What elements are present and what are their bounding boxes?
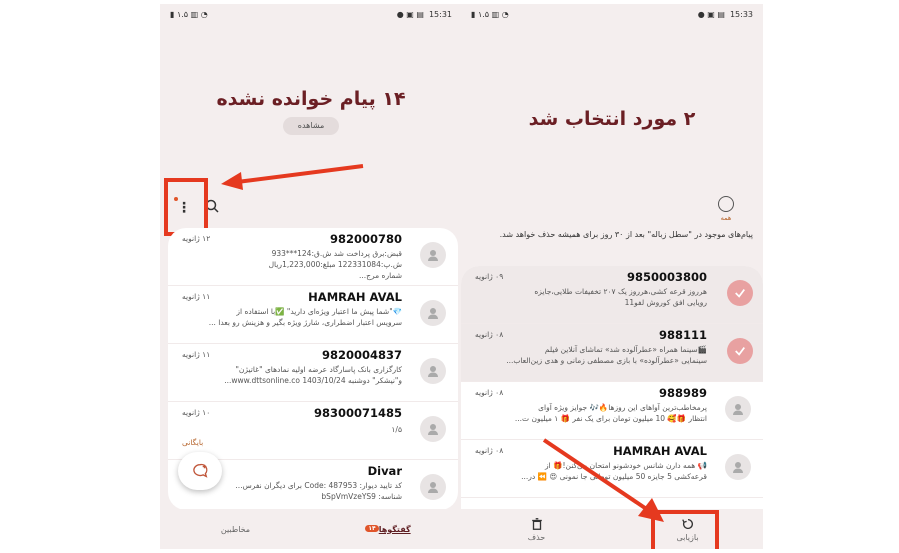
highlight-box-restore <box>651 510 719 549</box>
preview-line: شماره مرج... <box>359 271 402 280</box>
sender: 9820004837 <box>321 348 402 362</box>
avatar <box>420 242 446 268</box>
preview-line: سینمایی «عطرآلوده» با بازی مصطفی زمانی و… <box>506 356 707 365</box>
status-icons-left: ▮ ۱.۵ ▥ ◔ <box>471 9 509 19</box>
preview-line: انتظار 🎁🥰 10 میلیون تومان برای یک نفر 🎁 … <box>514 414 707 423</box>
tab-contacts[interactable]: مخاطبین <box>160 525 311 534</box>
status-bar: ▮ ۱.۵ ▥ ◔ ● ▣ ▤ 15:33 <box>461 4 763 24</box>
tab-conversations[interactable]: گفتگوها۱۴ <box>311 524 462 534</box>
preview-line: کارگزاری بانک پاسارگاد عرضه اولیه نمادها… <box>235 365 402 374</box>
avatar <box>725 396 751 422</box>
list-item[interactable]: HAMRAH AVAL ۱۱ ژانویه 💎"شما پیش ما اعتبا… <box>168 286 458 344</box>
avatar <box>420 300 446 326</box>
conversations-screen: ▮ ۱.۵ ▥ ◔ ● ▣ ▤ 15:31 ۱۴ پیام خوانده نشده… <box>160 4 462 549</box>
avatar <box>420 474 446 500</box>
sender: 988111 <box>658 328 707 342</box>
status-time: 15:31 <box>428 9 452 19</box>
status-icons-left: ▮ ۱.۵ ▥ ◔ <box>170 9 208 19</box>
sender: HAMRAH AVAL <box>613 444 707 458</box>
list-item[interactable]: 9820004837 ۱۱ ژانویه کارگزاری بانک پاسار… <box>168 344 458 402</box>
bottom-nav: گفتگوها۱۴ مخاطبین <box>160 509 462 549</box>
conversation-list: 9850003800 ۰۹ ژانویه هرروز قرعه کشی،هررو… <box>461 266 763 516</box>
date: ۱۱ ژانویه <box>182 292 211 301</box>
date: ۰۸ ژانویه <box>475 388 504 397</box>
preview-line: 💎"شما پیش ما اعتبار ویژه‌ای دارید" ✅با ا… <box>236 307 402 316</box>
view-button[interactable]: مشاهده <box>283 117 339 135</box>
select-all-label: همه <box>720 214 732 222</box>
sender: 98300071485 <box>313 406 402 420</box>
new-message-button[interactable] <box>178 452 222 490</box>
preview-line: ۱/۵ <box>391 425 402 434</box>
preview-line: پرمخاطب‌ترین آواهای این روزها🔥🎶 جوایز وی… <box>538 403 707 412</box>
sender: 988989 <box>658 386 707 400</box>
sender: HAMRAH AVAL <box>308 290 402 304</box>
date: ۱۱ ژانویه <box>182 350 211 359</box>
list-item[interactable]: 982000780 ۱۲ ژانویه قبض:برق پرداخت شد ش.… <box>168 228 458 286</box>
preview-line: رویایی افق کوروش لفو11 <box>624 298 707 307</box>
date: ۰۹ ژانویه <box>475 272 504 281</box>
date: ۱۰ ژانویه <box>182 408 211 417</box>
list-item[interactable]: HAMRAH AVAL ۰۸ ژانویه 📢 همه دارن شانس خو… <box>461 440 763 498</box>
select-all[interactable]: همه <box>717 196 735 222</box>
list-item[interactable]: 988111 ۰۸ ژانویه 🎬سینما همراه «عطرآلوده … <box>461 324 763 382</box>
chat-plus-icon <box>193 463 208 478</box>
selected-check-icon[interactable] <box>727 280 753 306</box>
selected-count-title: ۲ مورد انتخاب شد <box>528 108 696 130</box>
date: ۱۲ ژانویه <box>182 234 211 243</box>
select-all-checkbox[interactable] <box>718 196 734 212</box>
preview-line: و"نیشکر" دوشنبه 1403/10/24 www.dttsonlin… <box>224 376 402 385</box>
list-item[interactable]: 9850003800 ۰۹ ژانویه هرروز قرعه کشی،هررو… <box>461 266 763 324</box>
status-icons: ● ▣ ▤ <box>697 9 725 19</box>
list-item[interactable]: 98300071485 ۱۰ ژانویه ۱/۵ بایگانی <box>168 402 458 460</box>
avatar <box>420 358 446 384</box>
delete-button[interactable]: حذف <box>461 517 612 542</box>
preview-line: 🎬سینما همراه «عطرآلوده شد» تماشای آنلاین… <box>544 345 707 354</box>
preview-line: 📢 همه دارن شانس خودشونو امتحان می‌کنن!🎁 … <box>545 461 707 470</box>
preview-line: قبض:برق پرداخت شد ش.ق:124***933 <box>271 249 402 258</box>
status-icons: ● ▣ ▤ <box>396 9 424 19</box>
date: ۰۸ ژانویه <box>475 446 504 455</box>
preview-line: سرویس اعتبار اضطراری، شارژ ویژه بگیر و ه… <box>208 318 402 327</box>
avatar <box>725 454 751 480</box>
unread-count-badge: ۱۴ <box>365 524 379 532</box>
avatar <box>420 416 446 442</box>
delete-label: حذف <box>527 532 546 542</box>
list-item[interactable]: 988989 ۰۸ ژانویه پرمخاطب‌ترین آواهای این… <box>461 382 763 440</box>
trash-icon <box>531 517 542 530</box>
sender: 9850003800 <box>626 270 707 284</box>
status-time: 15:33 <box>729 9 753 19</box>
preview-line: قرعه‌کشی 5 جایزه 50 میلیون تومانی جا نمو… <box>521 472 707 481</box>
preview-line: هرروز قرعه کشی،هرروز یک ۲۰۷ تخفیفات طلای… <box>534 287 707 296</box>
preview-line: ش.پ:122331084 مبلغ:1,223,000ریال <box>268 260 402 269</box>
archive-badge: بایگانی <box>182 438 204 447</box>
sender: Divar <box>367 464 402 478</box>
trash-info-text: پیام‌های موجود در "سطل زباله" بعد از ۳۰ … <box>499 230 753 239</box>
selected-check-icon[interactable] <box>727 338 753 364</box>
sender: 982000780 <box>329 232 402 246</box>
selection-screen: ▮ ۱.۵ ▥ ◔ ● ▣ ▤ 15:33 ۲ مورد انتخاب شد هم… <box>461 4 763 549</box>
date: ۰۸ ژانویه <box>475 330 504 339</box>
conversations-label: گفتگوها <box>378 524 411 534</box>
preview-line: شناسه: bSpVmVzeYS9 <box>321 492 402 501</box>
status-bar: ▮ ۱.۵ ▥ ◔ ● ▣ ▤ 15:31 <box>160 4 462 24</box>
unread-title: ۱۴ پیام خوانده نشده <box>216 88 406 110</box>
